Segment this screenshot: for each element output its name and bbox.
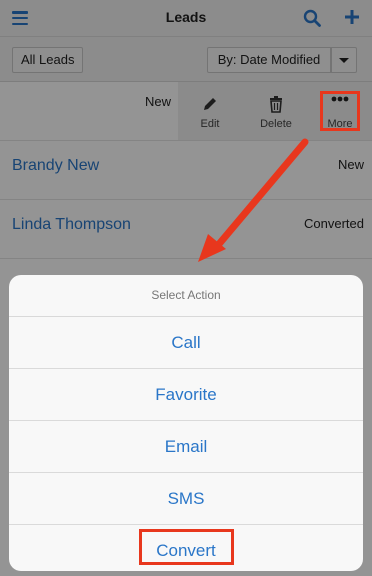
annotation-arrow: [198, 138, 309, 262]
leads-screen: Leads All Leads By: Date Modified New Ed…: [0, 0, 372, 576]
